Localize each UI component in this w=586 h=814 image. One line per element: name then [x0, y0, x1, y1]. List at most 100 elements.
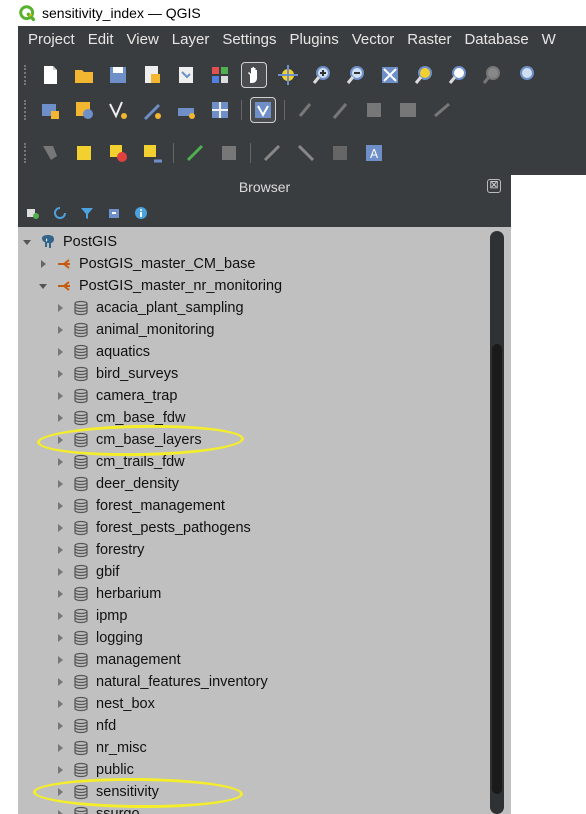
tree-item-schema[interactable]: cm_base_fdw — [55, 407, 185, 429]
tree-item-connection[interactable]: PostGIS_master_CM_base — [38, 253, 256, 275]
tree-item-schema[interactable]: public — [55, 759, 134, 781]
tree-item-postgis[interactable]: PostGIS — [22, 231, 117, 253]
menu-plugins[interactable]: Plugins — [290, 31, 339, 48]
tree-item-schema[interactable]: nr_misc — [55, 737, 147, 759]
tree-item-schema[interactable]: ssurgo — [55, 803, 140, 814]
collapsed-arrow-icon[interactable] — [55, 589, 65, 599]
tree-item-schema[interactable]: acacia_plant_sampling — [55, 297, 244, 319]
collapsed-arrow-icon[interactable] — [55, 369, 65, 379]
collapsed-arrow-icon[interactable] — [55, 633, 65, 643]
edit-pencil-icon[interactable] — [328, 98, 352, 122]
collapsed-arrow-icon[interactable] — [55, 347, 65, 357]
collapsed-arrow-icon[interactable] — [55, 501, 65, 511]
digitize-icon[interactable] — [140, 98, 164, 122]
menu-raster[interactable]: Raster — [407, 31, 451, 48]
tree-item-schema[interactable]: herbarium — [55, 583, 161, 605]
collapse-all-icon[interactable] — [107, 206, 121, 220]
toggle-editing-icon[interactable] — [294, 98, 318, 122]
select-location-icon[interactable] — [140, 141, 164, 165]
collapsed-arrow-icon[interactable] — [38, 259, 48, 269]
select-features-icon[interactable] — [38, 141, 62, 165]
zoom-to-selection-icon[interactable] — [412, 63, 436, 87]
scrollbar-thumb[interactable] — [492, 344, 502, 794]
collapsed-arrow-icon[interactable] — [55, 325, 65, 335]
menu-web[interactable]: W — [542, 31, 556, 48]
tree-item-schema[interactable]: nest_box — [55, 693, 155, 715]
collapsed-arrow-icon[interactable] — [55, 655, 65, 665]
zoom-last-icon[interactable] — [514, 63, 538, 87]
menu-layer[interactable]: Layer — [172, 31, 210, 48]
toolbar-grip[interactable] — [24, 100, 27, 120]
info-icon[interactable] — [134, 206, 148, 220]
tree-item-schema[interactable]: natural_features_inventory — [55, 671, 268, 693]
map-canvas[interactable] — [511, 175, 586, 814]
menu-vector[interactable]: Vector — [352, 31, 395, 48]
digitize-feature-icon[interactable] — [430, 98, 454, 122]
zoom-full-icon[interactable] — [378, 63, 402, 87]
zoom-native-icon[interactable] — [480, 63, 504, 87]
tree-item-schema[interactable]: logging — [55, 627, 143, 649]
annotation-icon[interactable] — [328, 141, 352, 165]
collapsed-arrow-icon[interactable] — [55, 787, 65, 797]
expand-arrow-icon[interactable] — [38, 281, 48, 291]
print-layout-icon[interactable] — [140, 63, 164, 87]
menu-edit[interactable]: Edit — [88, 31, 114, 48]
pan-map-icon[interactable] — [241, 62, 267, 88]
style-manager-icon[interactable] — [208, 63, 232, 87]
select-by-value-icon[interactable] — [72, 141, 96, 165]
add-layers-icon[interactable] — [26, 206, 40, 220]
collapsed-arrow-icon[interactable] — [55, 523, 65, 533]
collapsed-arrow-icon[interactable] — [55, 677, 65, 687]
collapsed-arrow-icon[interactable] — [55, 303, 65, 313]
tree-item-schema[interactable]: sensitivity — [55, 781, 159, 803]
collapsed-arrow-icon[interactable] — [55, 721, 65, 731]
virtual-layer-icon[interactable] — [250, 97, 276, 123]
text-annotation-icon[interactable]: A — [362, 141, 386, 165]
tree-item-schema[interactable]: nfd — [55, 715, 116, 737]
tree-item-schema[interactable]: forest_pests_pathogens — [55, 517, 251, 539]
open-project-icon[interactable] — [72, 63, 96, 87]
tree-item-schema[interactable]: forestry — [55, 539, 144, 561]
collapsed-arrow-icon[interactable] — [55, 809, 65, 814]
deselect-all-icon[interactable] — [106, 141, 130, 165]
save-edits-icon[interactable] — [362, 98, 386, 122]
menu-view[interactable]: View — [127, 31, 159, 48]
toolbar-grip[interactable] — [24, 143, 27, 163]
zoom-to-layer-icon[interactable] — [446, 63, 470, 87]
toolbar-grip[interactable] — [24, 65, 27, 85]
new-geopackage-icon[interactable] — [174, 98, 198, 122]
collapsed-arrow-icon[interactable] — [55, 699, 65, 709]
add-vector-layer-icon[interactable] — [106, 98, 130, 122]
tree-item-schema[interactable]: cm_trails_fdw — [55, 451, 185, 473]
measure-icon[interactable] — [260, 141, 284, 165]
collapsed-arrow-icon[interactable] — [55, 457, 65, 467]
tree-item-schema[interactable]: deer_density — [55, 473, 179, 495]
refresh-icon[interactable] — [53, 206, 67, 220]
field-calculator-icon[interactable] — [183, 141, 207, 165]
new-project-icon[interactable] — [38, 63, 62, 87]
tree-item-connection[interactable]: PostGIS_master_nr_monitoring — [38, 275, 282, 297]
new-shapefile-icon[interactable] — [208, 98, 232, 122]
tree-item-schema[interactable]: animal_monitoring — [55, 319, 214, 341]
close-panel-button[interactable]: ⊠ — [487, 179, 501, 193]
tree-item-schema[interactable]: bird_surveys — [55, 363, 178, 385]
filter-icon[interactable] — [80, 206, 94, 220]
map-tips-icon[interactable] — [294, 141, 318, 165]
attribute-table-icon[interactable] — [396, 98, 420, 122]
tree-item-schema[interactable]: gbif — [55, 561, 119, 583]
collapsed-arrow-icon[interactable] — [55, 413, 65, 423]
collapsed-arrow-icon[interactable] — [55, 765, 65, 775]
layout-manager-icon[interactable] — [174, 63, 198, 87]
tree-item-schema[interactable]: aquatics — [55, 341, 150, 363]
statistics-icon[interactable] — [217, 141, 241, 165]
tree-item-schema[interactable]: management — [55, 649, 181, 671]
pan-to-selection-icon[interactable] — [276, 63, 300, 87]
menu-project[interactable]: Project — [28, 31, 75, 48]
zoom-out-icon[interactable] — [344, 63, 368, 87]
collapsed-arrow-icon[interactable] — [55, 479, 65, 489]
expand-arrow-icon[interactable] — [22, 237, 32, 247]
collapsed-arrow-icon[interactable] — [55, 545, 65, 555]
tree-item-schema[interactable]: cm_base_layers — [55, 429, 202, 451]
collapsed-arrow-icon[interactable] — [55, 391, 65, 401]
collapsed-arrow-icon[interactable] — [55, 611, 65, 621]
